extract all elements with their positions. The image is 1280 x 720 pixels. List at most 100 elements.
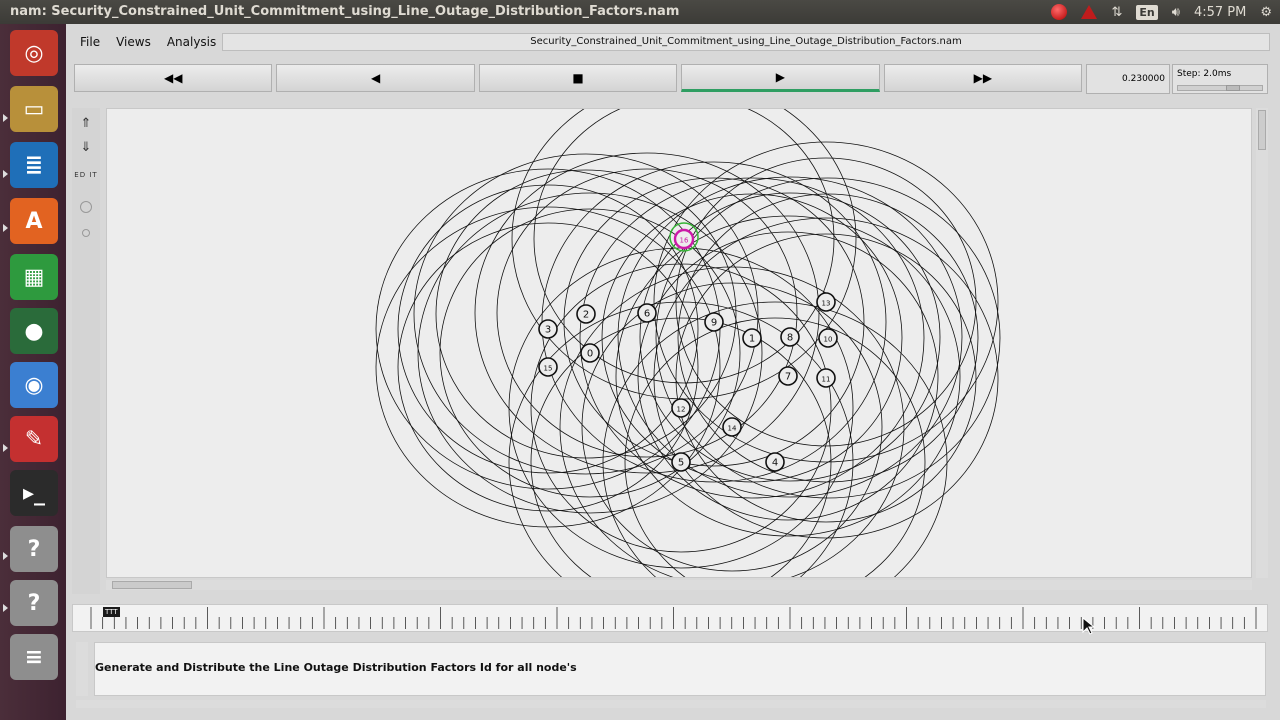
zoom-out-icon[interactable]: ⇓ — [74, 136, 98, 158]
workspace-icon[interactable]: ≡ — [10, 634, 58, 680]
network-node-11[interactable]: 11 — [816, 368, 836, 388]
network-node-9[interactable]: 9 — [704, 312, 724, 332]
step-label: Step: 2.0ms — [1177, 69, 1232, 79]
annotation-scrollbar[interactable] — [76, 642, 88, 696]
node-label: 4 — [772, 458, 778, 469]
playback-controls: ◀◀ ◀ ■ ▶ ▶▶ — [74, 64, 1083, 94]
canvas-horizontal-scrollbar[interactable] — [106, 580, 1252, 590]
zoom-toolbar: ⇑ ⇓ ED IT — [72, 108, 100, 594]
network-node-16[interactable]: 16 — [669, 222, 699, 252]
annotation-text: Generate and Distribute the Line Outage … — [95, 661, 577, 674]
network-node-3[interactable]: 3 — [538, 319, 558, 339]
circle-tool-icon[interactable] — [74, 196, 98, 218]
annotation-panel: Generate and Distribute the Line Outage … — [94, 642, 1266, 696]
os-top-bar: nam: Security_Constrained_Unit_Commitmen… — [0, 0, 1280, 24]
mouse-cursor-icon — [1082, 617, 1096, 635]
record-indicator-icon[interactable] — [1051, 0, 1068, 24]
network-node-0[interactable]: 0 — [580, 343, 600, 363]
zoom-in-icon[interactable]: ⇑ — [74, 112, 98, 134]
step-control: Step: 2.0ms — [1172, 64, 1268, 94]
terminal-icon[interactable]: ▸_ — [10, 470, 58, 516]
fast-forward-button[interactable]: ▶▶ — [883, 64, 1083, 92]
files-icon[interactable]: ▭ — [10, 86, 58, 132]
node-label: 9 — [711, 318, 717, 329]
calc-icon[interactable]: ▦ — [10, 254, 58, 300]
launcher-running-indicator — [3, 444, 8, 452]
warning-icon[interactable] — [1081, 0, 1098, 24]
menu-analysis[interactable]: Analysis — [159, 35, 224, 49]
annotation-horizontal-scrollbar[interactable] — [76, 700, 1266, 708]
session-gear-icon[interactable]: ⚙ — [1260, 0, 1272, 24]
menu-views[interactable]: Views — [108, 35, 159, 49]
writer-icon[interactable]: ≣ — [10, 142, 58, 188]
unknown-app-icon-2[interactable]: ? — [10, 580, 58, 626]
launcher-running-indicator — [3, 604, 8, 612]
network-arrows-icon[interactable]: ⇅ — [1111, 0, 1122, 24]
volume-icon[interactable]: 🔊︎ — [1172, 0, 1180, 24]
step-slider[interactable] — [1177, 85, 1263, 91]
node-label: 3 — [545, 325, 551, 336]
window-title: nam: Security_Constrained_Unit_Commitmen… — [10, 4, 680, 19]
node-label: 15 — [544, 365, 553, 373]
network-node-13[interactable]: 13 — [816, 292, 836, 312]
horizontal-scroll-thumb[interactable] — [112, 581, 192, 589]
network-canvas[interactable]: 0 1 2 3 4 5 6 7 8 9 10 11 12 13 14 15 16 — [106, 108, 1252, 578]
node-label: 1 — [749, 334, 755, 345]
ubuntu-dash-icon[interactable]: ◎ — [10, 30, 58, 76]
circle-tool-icon-2[interactable] — [74, 222, 98, 244]
canvas-vertical-scrollbar[interactable] — [1256, 108, 1268, 578]
node-range-circle — [624, 317, 926, 577]
network-node-14[interactable]: 14 — [722, 417, 742, 437]
clock[interactable]: 4:57 PM — [1194, 0, 1246, 24]
keyboard-layout-label: En — [1136, 4, 1158, 20]
settings-icon[interactable]: ✎ — [10, 416, 58, 462]
network-node-6[interactable]: 6 — [637, 303, 657, 323]
rewind-button[interactable]: ◀◀ — [74, 64, 273, 92]
stop-button[interactable]: ■ — [478, 64, 678, 92]
node-label: 11 — [822, 376, 831, 384]
launcher-running-indicator — [3, 552, 8, 560]
node-label: 8 — [787, 333, 793, 344]
network-topology-svg: 012345678910111213141516 — [375, 109, 1001, 577]
step-slider-thumb[interactable] — [1226, 85, 1240, 91]
node-label: 2 — [583, 310, 589, 321]
node-label: 12 — [677, 406, 686, 414]
play-forward-button[interactable]: ▶ — [681, 64, 880, 92]
play-backward-button[interactable]: ◀ — [276, 64, 475, 92]
keyboard-layout-indicator[interactable]: En — [1136, 0, 1158, 24]
system-tray: ⇅ En 🔊︎ 4:57 PM ⚙ — [1051, 0, 1272, 24]
network-node-5[interactable]: 5 — [671, 452, 691, 472]
network-node-7[interactable]: 7 — [778, 366, 798, 386]
network-node-4[interactable]: 4 — [765, 452, 785, 472]
node-label: 16 — [680, 237, 689, 245]
node-label: 14 — [728, 425, 737, 433]
node-label: 10 — [824, 336, 833, 344]
network-node-10[interactable]: 10 — [818, 328, 838, 348]
unity-launcher: ◎ ▭ ≣ A ▦ ● ◉ ✎ ▸_?? ≡ — [0, 24, 66, 720]
node-label: 5 — [678, 458, 684, 469]
vertical-scroll-thumb[interactable] — [1258, 110, 1266, 150]
network-node-1[interactable]: 1 — [742, 328, 762, 348]
globe-icon[interactable]: ● — [10, 308, 58, 354]
edit-button[interactable]: ED IT — [74, 164, 98, 186]
menu-bar: File Views Analysis Security_Constrained… — [72, 30, 1272, 54]
node-label: 0 — [587, 349, 593, 360]
unknown-app-icon[interactable]: ? — [10, 526, 58, 572]
network-node-8[interactable]: 8 — [780, 327, 800, 347]
software-center-icon[interactable]: A — [10, 198, 58, 244]
nam-window: File Views Analysis Security_Constrained… — [66, 24, 1280, 720]
menu-file[interactable]: File — [72, 35, 108, 49]
launcher-running-indicator — [3, 224, 8, 232]
network-node-2[interactable]: 2 — [576, 304, 596, 324]
simulation-time: 0.230000 — [1086, 64, 1170, 94]
network-node-12[interactable]: 12 — [671, 398, 691, 418]
network-node-15[interactable]: 15 — [538, 357, 558, 377]
launcher-running-indicator — [3, 170, 8, 178]
trace-filename: Security_Constrained_Unit_Commitment_usi… — [222, 33, 1270, 51]
node-label: 13 — [822, 300, 831, 308]
node-label: 6 — [644, 309, 650, 320]
launcher-running-indicator — [3, 114, 8, 122]
chromium-icon[interactable]: ◉ — [10, 362, 58, 408]
node-label: 7 — [785, 372, 791, 383]
time-slider-marker[interactable]: TTT — [103, 607, 120, 617]
